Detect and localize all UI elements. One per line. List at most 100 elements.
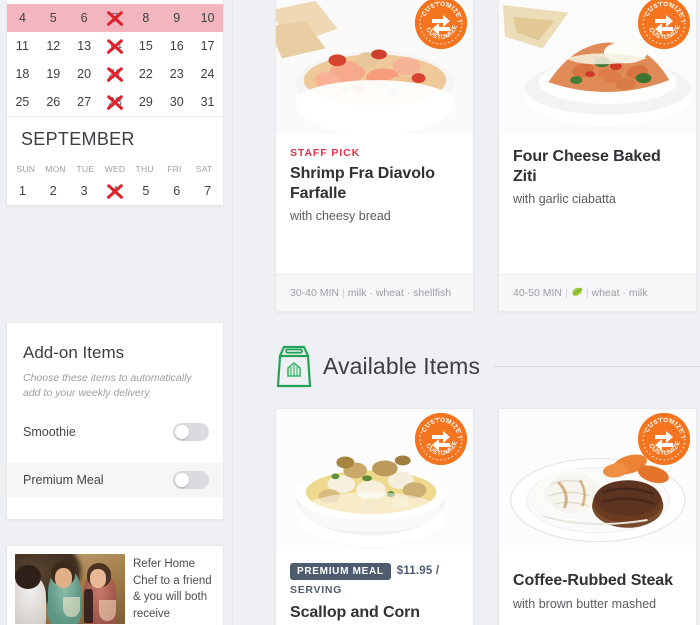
calendar-day-14[interactable]: 14: [100, 39, 131, 53]
delivery-calendar[interactable]: SUN MON TUE WED THU FRI SAT 456789101112…: [6, 0, 224, 206]
calendar-day-26[interactable]: 26: [38, 95, 69, 109]
august-week-3: 18 19 20 21 22 23 24: [7, 60, 223, 88]
calendar-day-28[interactable]: 28: [100, 95, 131, 109]
calendar-day-18[interactable]: 18: [7, 67, 38, 81]
available-items-label: Available Items: [323, 352, 481, 379]
calendar-day-16[interactable]: 16: [161, 39, 192, 53]
calendar-day-22[interactable]: 22: [130, 67, 161, 81]
meal-meta-shrimp: 30-40 MIN | milk · wheat · shellfish: [276, 273, 473, 311]
calendar-day-23[interactable]: 23: [161, 67, 192, 81]
meal-cook-time-ziti: 40-50 MIN: [513, 286, 563, 299]
referral-banner[interactable]: Refer Home Chef to a friend & you will b…: [6, 545, 224, 625]
customize-it-icon: CUSTOMIZE IT CUSTOMIZE IT: [415, 0, 467, 49]
meal-title-shrimp: Shrimp Fra Diavolo Farfalle: [290, 165, 435, 202]
meal-card-coffee-rubbed-steak[interactable]: CUSTOMIZE IT CUSTOMIZE IT Coffee-Rubbed …: [498, 408, 697, 625]
calendar-day-8[interactable]: 8: [130, 11, 161, 25]
toggle-knob: [175, 473, 189, 488]
calendar-day-13[interactable]: 13: [69, 39, 100, 53]
weekday-sat-sep: SAT: [195, 164, 213, 174]
calendar-day-number: 17: [200, 39, 215, 53]
customize-it-badge[interactable]: CUSTOMIZE IT CUSTOMIZE IT: [638, 0, 690, 49]
add-on-label-smoothie: Smoothie: [23, 425, 76, 440]
meal-title-ziti: Four Cheese Baked Ziti: [513, 148, 661, 185]
calendar-day-2[interactable]: 2: [38, 184, 69, 198]
calendar-day-12[interactable]: 12: [38, 39, 69, 53]
add-on-row-smoothie[interactable]: Smoothie: [7, 415, 223, 449]
weekday-thu-sep: THU: [135, 164, 154, 174]
calendar-day-number: 30: [169, 95, 184, 109]
customize-it-badge[interactable]: CUSTOMIZE IT CUSTOMIZE IT: [415, 413, 467, 465]
calendar-day-number: 7: [204, 184, 212, 198]
customize-it-badge[interactable]: CUSTOMIZE IT CUSTOMIZE IT: [638, 413, 690, 465]
calendar-day-number: 1: [18, 184, 26, 198]
meal-card-scallop-and-corn[interactable]: CUSTOMIZE IT CUSTOMIZE IT PREMIUM MEAL $…: [275, 408, 474, 625]
calendar-day-number: 14: [108, 39, 122, 53]
add-on-label-premium-meal: Premium Meal: [23, 473, 104, 488]
referral-line-3: & you will both: [133, 591, 208, 604]
calendar-day-11[interactable]: 11: [7, 39, 38, 53]
calendar-day-25[interactable]: 25: [7, 95, 38, 109]
calendar-day-number: 23: [169, 67, 184, 81]
month-title-september: SEPTEMBER: [21, 129, 135, 149]
meal-photo-scallop: CUSTOMIZE IT CUSTOMIZE IT: [276, 409, 473, 551]
calendar-day-6[interactable]: 6: [161, 184, 192, 198]
calendar-day-31[interactable]: 31: [192, 95, 223, 109]
calendar-day-24[interactable]: 24: [192, 67, 223, 81]
weekday-thu: THU: [130, 0, 160, 1]
calendar-day-number: 29: [138, 95, 153, 109]
calendar-day-number: 10: [200, 11, 215, 25]
calendar-day-17[interactable]: 17: [192, 39, 223, 53]
calendar-day-20[interactable]: 20: [69, 67, 100, 81]
shopping-bag-icon: [276, 345, 312, 388]
referral-text: Refer Home Chef to a friend & you will b…: [133, 554, 217, 625]
august-weeks: 4 5 6 7 8 9 10 11 12 13 14 15 16 17 18 19 20 21 22 23 24 25 26…: [7, 4, 223, 116]
calendar-day-number: 3: [80, 184, 88, 198]
calendar-weekday-header-september: SUN MON TUE WED THU FRI SAT: [7, 160, 223, 177]
calendar-day-7[interactable]: 7: [192, 184, 223, 198]
weekday-sun: SUN: [11, 0, 41, 1]
calendar-day-30[interactable]: 30: [161, 95, 192, 109]
weekday-fri: FRI: [160, 0, 190, 1]
calendar-day-5[interactable]: 5: [130, 184, 161, 198]
section-divider-line: [494, 365, 700, 367]
smoothie-toggle[interactable]: [173, 423, 209, 442]
calendar-day-number: 6: [173, 184, 181, 198]
weekday-fri-sep: FRI: [167, 164, 182, 174]
calendar-day-6[interactable]: 6: [69, 11, 100, 25]
calendar-day-number: 19: [46, 67, 61, 81]
meal-card-shrimp-fra-diavolo-farfalle[interactable]: CUSTOMIZE IT CUSTOMIZE IT STAFF PICK Shr…: [275, 0, 474, 312]
meal-allergens-ziti: wheat · milk: [591, 286, 648, 299]
premium-meal-toggle[interactable]: [173, 471, 209, 490]
meal-subtitle-ziti: with garlic ciabatta: [513, 192, 616, 207]
meal-body-ziti: Four Cheese Baked Ziti with garlic ciaba…: [499, 135, 696, 210]
referral-photo: [15, 554, 125, 624]
calendar-day-21[interactable]: 21: [100, 67, 131, 81]
calendar-day-number: 13: [77, 39, 92, 53]
calendar-day-4[interactable]: 4: [7, 11, 38, 25]
calendar-day-1[interactable]: 1: [7, 184, 38, 198]
weekday-mon: MON: [41, 0, 71, 1]
customize-it-badge[interactable]: CUSTOMIZE IT CUSTOMIZE IT: [415, 0, 467, 49]
add-on-row-premium-meal[interactable]: Premium Meal: [7, 463, 223, 498]
calendar-day-5[interactable]: 5: [38, 11, 69, 25]
calendar-day-9[interactable]: 9: [161, 11, 192, 25]
august-week-4: 25 26 27 28 29 30 31: [7, 88, 223, 116]
calendar-day-number: 5: [49, 11, 57, 25]
calendar-day-19[interactable]: 19: [38, 67, 69, 81]
calendar-day-number: 20: [77, 67, 92, 81]
calendar-day-3[interactable]: 3: [69, 184, 100, 198]
calendar-day-7[interactable]: 7: [100, 11, 131, 25]
calendar-day-27[interactable]: 27: [69, 95, 100, 109]
meal-card-four-cheese-baked-ziti[interactable]: CUSTOMIZE IT CUSTOMIZE IT Four Cheese Ba…: [498, 0, 697, 312]
weekday-sat: SAT: [189, 0, 219, 1]
calendar-day-4[interactable]: 4: [100, 184, 131, 198]
calendar-day-10[interactable]: 10: [192, 11, 223, 25]
calendar-day-number: 15: [138, 39, 153, 53]
premium-meal-badge: PREMIUM MEAL: [290, 563, 391, 580]
calendar-day-29[interactable]: 29: [130, 95, 161, 109]
calendar-day-15[interactable]: 15: [130, 39, 161, 53]
calendar-day-number: 12: [46, 39, 61, 53]
calendar-day-number: 4: [18, 11, 26, 25]
meal-title-scallop: Scallop and Corn: [290, 604, 420, 621]
meal-body-shrimp: STAFF PICK Shrimp Fra Diavolo Farfalle w…: [276, 135, 473, 227]
